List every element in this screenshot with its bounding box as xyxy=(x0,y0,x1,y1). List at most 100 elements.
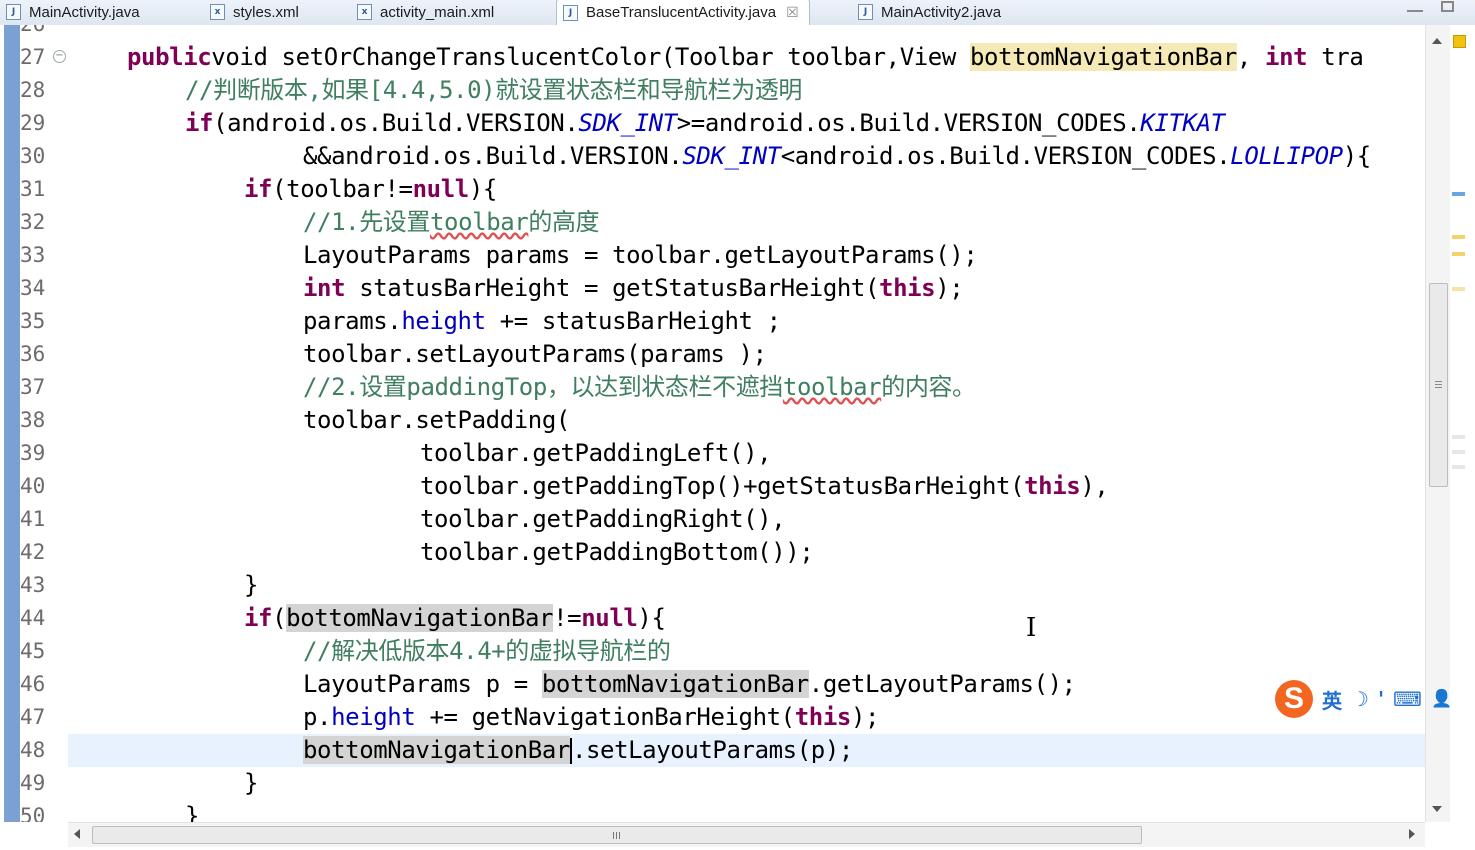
code-text[interactable]: int statusBarHeight = getStatusBarHeight… xyxy=(303,272,964,305)
minimize-icon[interactable] xyxy=(1407,0,1423,12)
tab-activity-main-xml[interactable]: x activity_main.xml xyxy=(357,0,494,24)
vertical-scroll-thumb[interactable] xyxy=(1429,283,1448,487)
code-token: if xyxy=(244,175,273,203)
occurrence-marker[interactable] xyxy=(1452,435,1465,439)
code-line[interactable]: 28 //判断版本,如果[4.4,5.0)就设置状态栏和导航栏为透明 xyxy=(0,74,1425,107)
code-text[interactable]: bottomNavigationBar.setLayoutParams(p); xyxy=(303,734,853,767)
line-number: 41 xyxy=(20,507,46,531)
code-text[interactable]: toolbar.getPaddingBottom()); xyxy=(420,536,814,569)
code-text[interactable]: LayoutParams p = bottomNavigationBar.get… xyxy=(303,668,1076,701)
code-token: if xyxy=(244,604,273,632)
code-line[interactable]: 29 if(android.os.Build.VERSION.SDK_INT>=a… xyxy=(0,107,1425,140)
code-line[interactable]: 47 p.height += getNavigationBarHeight(thi… xyxy=(0,701,1425,734)
code-line[interactable]: 39 toolbar.getPaddingLeft(), xyxy=(0,437,1425,470)
code-text[interactable]: &&android.os.Build.VERSION.SDK_INT<andro… xyxy=(303,140,1371,173)
horizontal-scroll-thumb[interactable] xyxy=(92,826,1142,844)
code-line[interactable]: 27− publicvoid setOrChangeTranslucentColo… xyxy=(0,41,1425,74)
code-line[interactable]: 36 toolbar.setLayoutParams(params ); xyxy=(0,338,1425,371)
tab-mainactivity-java[interactable]: J MainActivity.java xyxy=(6,0,140,24)
scroll-down-icon[interactable] xyxy=(1432,806,1442,812)
annotation-summary-icon[interactable] xyxy=(1453,35,1466,48)
code-text[interactable]: toolbar.setLayoutParams(params ); xyxy=(303,338,767,371)
code-text[interactable]: toolbar.getPaddingLeft(), xyxy=(420,437,772,470)
code-line[interactable]: 32 //1.先设置toolbar的高度 xyxy=(0,206,1425,239)
scroll-left-icon[interactable] xyxy=(74,829,80,839)
maximize-icon[interactable] xyxy=(1441,1,1454,12)
code-text[interactable]: //判断版本,如果[4.4,5.0)就设置状态栏和导航栏为透明 xyxy=(185,74,802,107)
occurrence-marker[interactable] xyxy=(1452,450,1465,454)
occurrence-marker[interactable] xyxy=(1452,235,1465,239)
code-text[interactable]: toolbar.getPaddingTop()+getStatusBarHeig… xyxy=(420,470,1109,503)
code-line[interactable]: 30 &&android.os.Build.VERSION.SDK_INT<and… xyxy=(0,140,1425,173)
code-token: tra xyxy=(1307,43,1364,71)
tab-basetranslucentactivity-java[interactable]: J BaseTranslucentActivity.java ☒ xyxy=(556,0,810,25)
line-number: 26 xyxy=(20,25,45,41)
code-line[interactable]: 31 if(toolbar!=null){ xyxy=(0,173,1425,206)
code-text[interactable]: } xyxy=(244,569,258,602)
code-text[interactable]: params.height += statusBarHeight ; xyxy=(303,305,781,338)
ime-mode-toggle[interactable]: 英 xyxy=(1322,685,1342,714)
code-text[interactable]: LayoutParams params = toolbar.getLayoutP… xyxy=(303,239,978,272)
code-text[interactable]: p.height += getNavigationBarHeight(this)… xyxy=(303,701,879,734)
code-token: //解决低版本4.4+的虚拟导航栏的 xyxy=(303,637,671,665)
line-number: 44 xyxy=(20,606,46,630)
scroll-right-icon[interactable] xyxy=(1409,829,1415,839)
code-token: this xyxy=(1024,472,1081,500)
code-text[interactable]: //1.先设置toolbar的高度 xyxy=(303,206,600,239)
code-text[interactable]: toolbar.setPadding( xyxy=(303,404,570,437)
fold-toggle-icon[interactable]: − xyxy=(53,50,66,63)
code-token: += getNavigationBarHeight( xyxy=(415,703,795,731)
close-tab-icon[interactable]: ☒ xyxy=(786,4,799,21)
keyboard-icon[interactable]: ⌨ xyxy=(1393,687,1422,711)
line-number: 42 xyxy=(20,540,46,564)
code-line[interactable]: 37 //2.设置paddingTop，以达到状态栏不遮挡toolbar的内容。 xyxy=(0,371,1425,404)
code-text[interactable]: //解决低版本4.4+的虚拟导航栏的 xyxy=(303,635,671,668)
line-number: 49 xyxy=(20,771,46,795)
code-text[interactable]: //2.设置paddingTop，以达到状态栏不遮挡toolbar的内容。 xyxy=(303,371,976,404)
code-line[interactable]: 49} xyxy=(0,767,1425,800)
code-line[interactable]: 44 if(bottomNavigationBar!=null){ xyxy=(0,602,1425,635)
code-token: if xyxy=(185,109,214,137)
code-line[interactable]: 33 LayoutParams params = toolbar.getLayou… xyxy=(0,239,1425,272)
code-line[interactable]: 50} xyxy=(0,800,1425,822)
code-line[interactable]: 48 bottomNavigationBar.setLayoutParams(p)… xyxy=(0,734,1425,767)
code-token: this xyxy=(794,703,852,731)
code-token: != xyxy=(553,604,582,632)
code-text[interactable]: publicvoid setOrChangeTranslucentColor(T… xyxy=(127,41,1364,74)
tab-styles-xml[interactable]: x styles.xml xyxy=(210,0,299,24)
code-line[interactable]: 46 LayoutParams p = bottomNavigationBar.g… xyxy=(0,668,1425,701)
code-line[interactable]: 45 //解决低版本4.4+的虚拟导航栏的 xyxy=(0,635,1425,668)
code-line[interactable]: 40 toolbar.getPaddingTop()+getStatusBarHe… xyxy=(0,470,1425,503)
code-text[interactable]: if(android.os.Build.VERSION.SDK_INT>=and… xyxy=(185,107,1225,140)
code-token: p. xyxy=(303,703,332,731)
line-number: 50 xyxy=(20,804,46,822)
code-token: 的高度 xyxy=(528,208,600,236)
code-text[interactable]: } xyxy=(244,767,258,800)
code-line[interactable]: 34 int statusBarHeight = getStatusBarHeig… xyxy=(0,272,1425,305)
sogou-logo-icon[interactable]: S xyxy=(1275,680,1313,718)
user-icon[interactable]: 👤 xyxy=(1431,689,1452,709)
line-number: 39 xyxy=(20,441,46,465)
code-line[interactable]: 26 xyxy=(0,25,1425,41)
code-token: statusBarHeight = getStatusBarHeight( xyxy=(345,274,880,302)
tab-mainactivity2-java[interactable]: J MainActivity2.java xyxy=(858,0,1001,24)
code-line[interactable]: 35 params.height += statusBarHeight ; xyxy=(0,305,1425,338)
code-line[interactable]: 38 toolbar.setPadding( xyxy=(0,404,1425,437)
ime-toolbar[interactable]: S 英 ☽ ' ⌨ 👤 xyxy=(1275,678,1475,720)
occurrence-marker[interactable] xyxy=(1452,192,1465,196)
code-line[interactable]: 42 toolbar.getPaddingBottom()); xyxy=(0,536,1425,569)
code-editor[interactable]: 26 27− publicvoid setOrChangeTranslucentCo… xyxy=(0,25,1425,822)
code-line[interactable]: 41 toolbar.getPaddingRight(), xyxy=(0,503,1425,536)
horizontal-scrollbar[interactable] xyxy=(68,822,1425,847)
punctuation-icon[interactable]: ' xyxy=(1378,687,1384,711)
occurrence-marker[interactable] xyxy=(1452,465,1465,469)
code-text[interactable]: if(bottomNavigationBar!=null){ xyxy=(244,602,666,635)
code-line[interactable]: 43} xyxy=(0,569,1425,602)
moon-icon[interactable]: ☽ xyxy=(1351,687,1369,711)
occurrence-marker[interactable] xyxy=(1452,252,1465,256)
occurrence-marker[interactable] xyxy=(1452,287,1465,291)
scroll-up-icon[interactable] xyxy=(1432,38,1442,44)
code-text[interactable]: if(toolbar!=null){ xyxy=(244,173,497,206)
code-text[interactable]: toolbar.getPaddingRight(), xyxy=(420,503,786,536)
code-text[interactable]: } xyxy=(185,800,199,822)
